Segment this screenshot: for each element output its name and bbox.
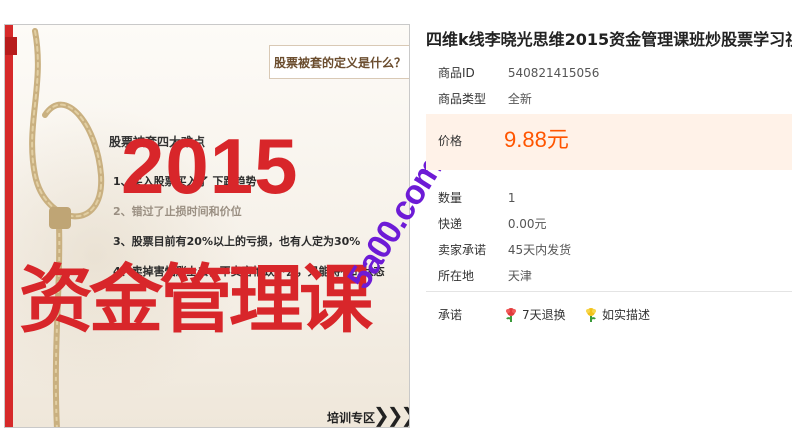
seller-promise-label: 卖家承诺	[438, 243, 487, 257]
divider	[426, 291, 792, 292]
product-type-row: 商品类型 全新	[438, 90, 532, 107]
price-value: 9.88元	[504, 127, 569, 152]
image-red-bar	[5, 25, 13, 427]
quantity-label: 数量	[438, 191, 463, 205]
quantity-value: 1	[507, 191, 516, 205]
seller-promise-value: 45天内发货	[507, 243, 572, 257]
promise-return[interactable]: 7天退换	[504, 306, 566, 323]
location-label: 所在地	[438, 269, 475, 283]
chevron-right-icon: ❯❯❯	[373, 403, 409, 427]
return-flower-icon	[506, 307, 516, 322]
price-label: 价格	[438, 134, 463, 148]
training-zone-label: 培训专区	[327, 411, 376, 425]
price-box: 价格 9.88元	[426, 114, 792, 170]
shipping-value: 0.00元	[507, 217, 547, 231]
promise-label: 承诺	[438, 308, 463, 322]
promise-describe-label: 如实描述	[602, 308, 651, 322]
promise-return-label: 7天退换	[522, 308, 566, 322]
product-id-label: 商品ID	[438, 66, 475, 80]
describe-flower-icon	[586, 307, 596, 322]
image-red-mark	[5, 37, 17, 55]
image-question-tag: 股票被套的定义是什么？	[269, 45, 409, 79]
shipping-row: 快递 0.00元	[438, 215, 547, 232]
seller-promise-row: 卖家承诺 45天内发货	[438, 241, 571, 258]
product-id-row: 商品ID 540821415056	[438, 64, 599, 81]
product-id-value: 540821415056	[507, 66, 600, 80]
quantity-row: 数量 1	[438, 189, 515, 206]
location-value: 天津	[507, 269, 532, 283]
shipping-label: 快递	[438, 217, 463, 231]
overlay-year: 2015	[121, 122, 299, 210]
overlay-title: 资金管理课	[19, 257, 373, 343]
product-title[interactable]: 四维k线李晓光思维2015资金管理课班炒股票学习视	[426, 26, 792, 50]
product-type-label: 商品类型	[438, 92, 487, 106]
product-type-value: 全新	[507, 92, 532, 106]
promise-describe[interactable]: 如实描述	[584, 306, 650, 323]
location-row: 所在地 天津	[438, 267, 532, 284]
